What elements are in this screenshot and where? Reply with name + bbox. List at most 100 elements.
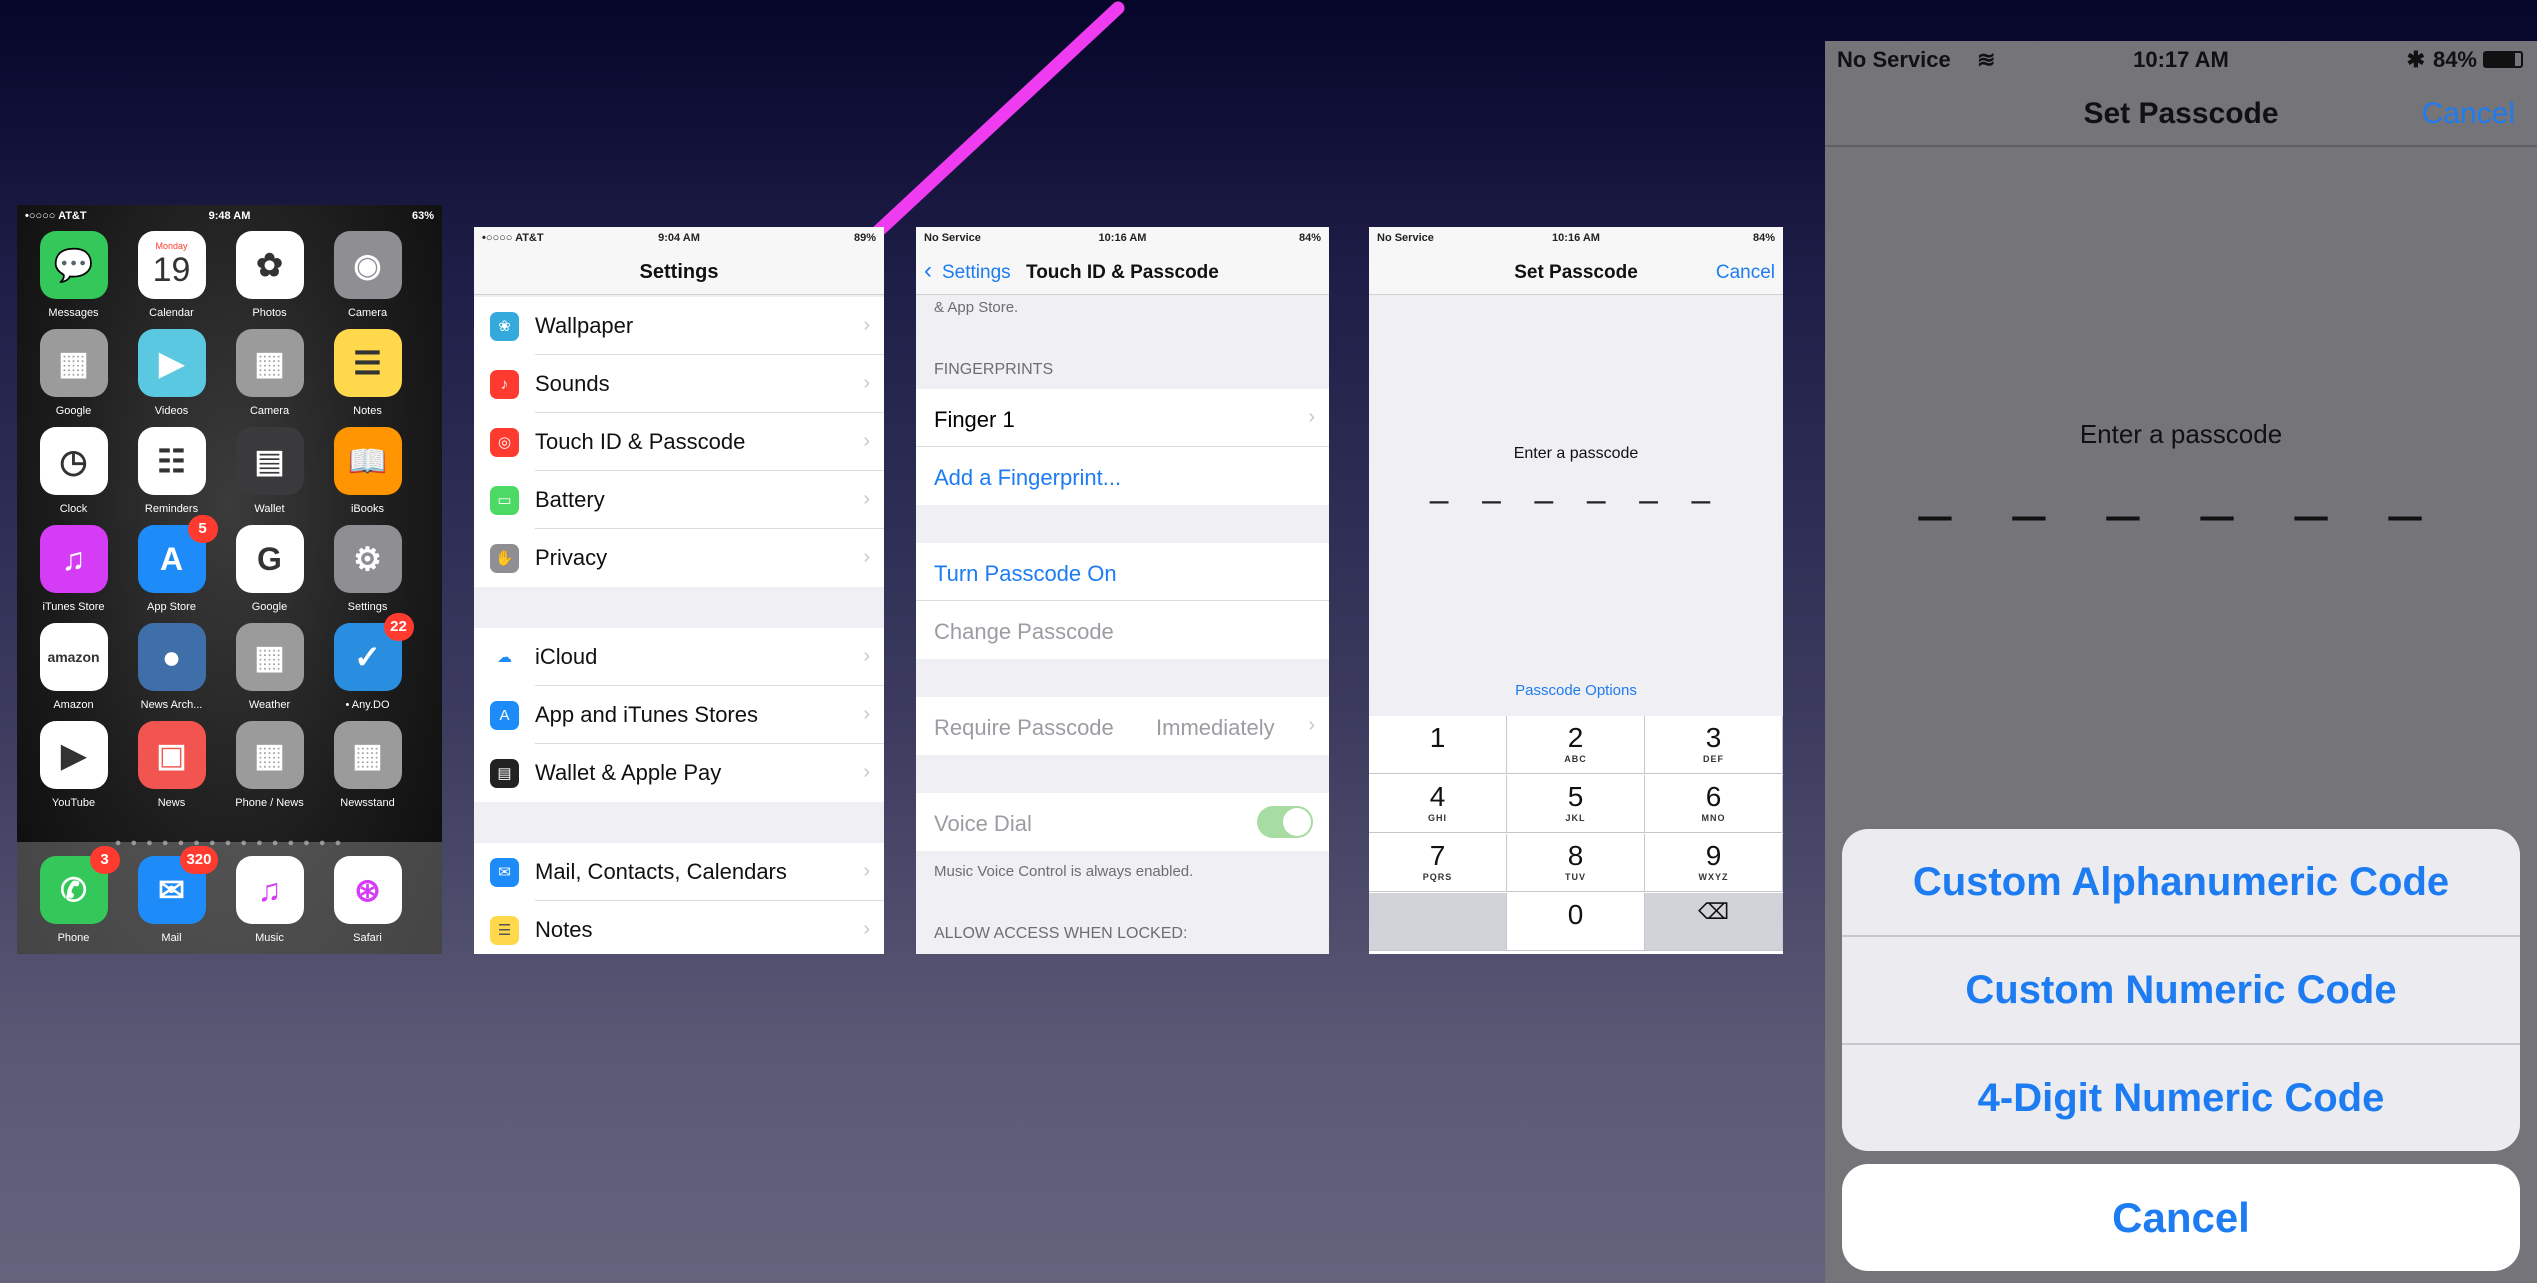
anydo-icon: ✓ 22 — [333, 613, 414, 691]
voice-dial-toggle[interactable] — [1257, 806, 1313, 838]
dock-app-music[interactable]: ♫ Music — [221, 856, 318, 944]
backspace-icon: ⌫ — [1697, 899, 1730, 924]
nav-bar: Set Passcode Cancel — [1825, 75, 2537, 145]
app-label: Phone — [57, 932, 90, 944]
key-5[interactable]: 5 JKL — [1507, 775, 1645, 833]
dock-app-mail[interactable]: ✉ 320 Mail — [123, 846, 220, 944]
key-6[interactable]: 6 MNO — [1645, 775, 1783, 833]
change-passcode-row[interactable]: Change Passcode — [916, 601, 1329, 659]
section-header-allow-access: ALLOW ACCESS WHEN LOCKED: — [934, 925, 1188, 942]
app-weather[interactable]: ▦ Weather — [221, 623, 318, 711]
google-icon: G — [235, 525, 304, 593]
app-clock[interactable]: ◷ Clock — [25, 427, 122, 515]
app-settings[interactable]: ⚙ Settings — [319, 525, 416, 613]
mail-icon: ✉ 320 — [137, 846, 218, 924]
app-any-do[interactable]: ✓ 22 • Any.DO — [319, 613, 416, 711]
app-google[interactable]: G Google — [221, 525, 318, 613]
back-button[interactable]: Settings — [942, 262, 1011, 284]
messages-icon: 💬 — [39, 231, 108, 299]
app-label: Wallet — [254, 503, 285, 515]
key-9[interactable]: 9 WXYZ — [1645, 834, 1783, 892]
settings-row-privacy[interactable]: ✋ Privacy › — [474, 529, 884, 587]
settings-row-label: Sounds — [535, 371, 610, 396]
app-phone-news[interactable]: ▦ Phone / News — [221, 721, 318, 809]
mail-contacts-icon: ✉ — [490, 857, 519, 887]
require-passcode-row[interactable]: Require Passcode Immediately › — [916, 697, 1329, 755]
dock-app-safari[interactable]: ⊛ Safari — [319, 856, 416, 944]
status-bar: •○○○○ AT&T 9:48 AM 63% — [17, 205, 442, 227]
app-label: Weather — [248, 699, 291, 711]
settings-row-label: Privacy — [535, 545, 608, 570]
app-label: News — [157, 797, 186, 809]
cancel-button[interactable]: Cancel — [1716, 262, 1775, 284]
chevron-right-icon: › — [863, 918, 870, 940]
settings-row-app-and-itunes-stores[interactable]: A App and iTunes Stores › — [474, 686, 884, 744]
settings-row-label: Mail, Contacts, Calendars — [535, 859, 787, 884]
app-news[interactable]: ▣ News — [123, 721, 220, 809]
key-0[interactable]: 0 — [1507, 893, 1645, 951]
sounds-icon: ♪ — [490, 369, 519, 399]
settings-row-icloud[interactable]: ☁ iCloud › — [474, 628, 884, 686]
app-camera[interactable]: ▦ Camera — [221, 329, 318, 417]
four-digit-option[interactable]: 4-Digit Numeric Code — [1842, 1045, 2520, 1151]
settings-row-mail-contacts-calendars[interactable]: ✉ Mail, Contacts, Calendars › — [474, 843, 884, 901]
app-videos[interactable]: ▶ Videos — [123, 329, 220, 417]
app-reminders[interactable]: ☷ Reminders — [123, 427, 220, 515]
camera-folder-icon: ▦ — [235, 329, 304, 397]
app-camera[interactable]: ◉ Camera — [319, 231, 416, 319]
key-8[interactable]: 8 TUV — [1507, 834, 1645, 892]
numeric-keypad: 1 2 ABC 3 DEF 4 GHI 5 JKL 6 MNO 7 PQRS 8 TUV 9 WXYZ 0 ⌫ — [1369, 716, 1783, 954]
key-4[interactable]: 4 GHI — [1369, 775, 1507, 833]
settings-row-touch-id-passcode[interactable]: ◎ Touch ID & Passcode › — [474, 413, 884, 471]
status-bar: •○○○○ AT&T 9:04 AM 89% — [474, 227, 884, 249]
app-label: iTunes Store — [42, 601, 105, 613]
nav-bar: Set Passcode Cancel — [1369, 249, 1783, 295]
app-newsstand[interactable]: ▦ Newsstand — [319, 721, 416, 809]
dock-app-phone[interactable]: ✆ 3 Phone — [25, 846, 122, 944]
add-fingerprint-row[interactable]: Add a Fingerprint... — [916, 447, 1329, 505]
app-news-arch[interactable]: ● News Arch... — [123, 623, 220, 711]
key-1[interactable]: 1 — [1369, 716, 1507, 774]
passcode-prompt: Enter a passcode — [1513, 445, 1639, 462]
key-2[interactable]: 2 ABC — [1507, 716, 1645, 774]
battery-level: 84% — [1298, 232, 1321, 244]
app-google[interactable]: ▦ Google — [25, 329, 122, 417]
app-messages[interactable]: 💬 Messages — [25, 231, 122, 319]
finger-1-row[interactable]: Finger 1 › — [916, 389, 1329, 447]
turn-passcode-on-row[interactable]: Turn Passcode On — [916, 543, 1329, 601]
app-youtube[interactable]: ▶ YouTube — [25, 721, 122, 809]
settings-row-sounds[interactable]: ♪ Sounds › — [474, 355, 884, 413]
voice-dial-footer: Music Voice Control is always enabled. — [934, 863, 1194, 880]
app-app-store[interactable]: A 5 App Store — [123, 515, 220, 613]
section-footer: & App Store. — [934, 299, 1019, 316]
dock: ✆ 3 Phone ✉ 320 Mail ♫ Music ⊛ Safari — [17, 842, 442, 954]
settings-row-wallpaper[interactable]: ❀ Wallpaper › — [474, 297, 884, 355]
sheet-cancel-button[interactable]: Cancel — [1842, 1164, 2520, 1271]
app-calendar[interactable]: Monday 19 Calendar — [123, 231, 220, 319]
key-number: 4 — [1429, 781, 1446, 812]
custom-alphanumeric-option[interactable]: Custom Alphanumeric Code — [1842, 829, 2520, 935]
section-header-fingerprints: FINGERPRINTS — [934, 361, 1054, 378]
key-3[interactable]: 3 DEF — [1645, 716, 1783, 774]
set-passcode-screenshot: No Service 10:16 AM 84% Set Passcode Can… — [1369, 227, 1783, 954]
delete-key[interactable]: ⌫ — [1645, 893, 1783, 951]
notification-badge: 320 — [180, 846, 218, 874]
app-label: Music — [255, 932, 284, 944]
settings-row-wallet-apple-pay[interactable]: ▤ Wallet & Apple Pay › — [474, 744, 884, 802]
custom-numeric-option[interactable]: Custom Numeric Code — [1842, 937, 2520, 1043]
settings-row-battery[interactable]: ▭ Battery › — [474, 471, 884, 529]
passcode-options-link[interactable]: Passcode Options — [1369, 682, 1783, 699]
app-amazon[interactable]: amazon Amazon — [25, 623, 122, 711]
app-photos[interactable]: ✿ Photos — [221, 231, 318, 319]
app-notes[interactable]: ☰ Notes — [319, 329, 416, 417]
app-wallet[interactable]: ▤ Wallet — [221, 427, 318, 515]
key-7[interactable]: 7 PQRS — [1369, 834, 1507, 892]
chevron-right-icon: › — [863, 314, 870, 336]
app-ibooks[interactable]: 📖 iBooks — [319, 427, 416, 515]
battery-level: 89% — [853, 232, 876, 244]
app-store-icon: A5 — [137, 515, 218, 593]
settings-row-notes[interactable]: ☰ Notes › — [474, 901, 884, 954]
cancel-button[interactable]: Cancel — [2422, 97, 2515, 131]
app-itunes-store[interactable]: ♫ iTunes Store — [25, 525, 122, 613]
battery-level: 63% — [411, 210, 434, 222]
